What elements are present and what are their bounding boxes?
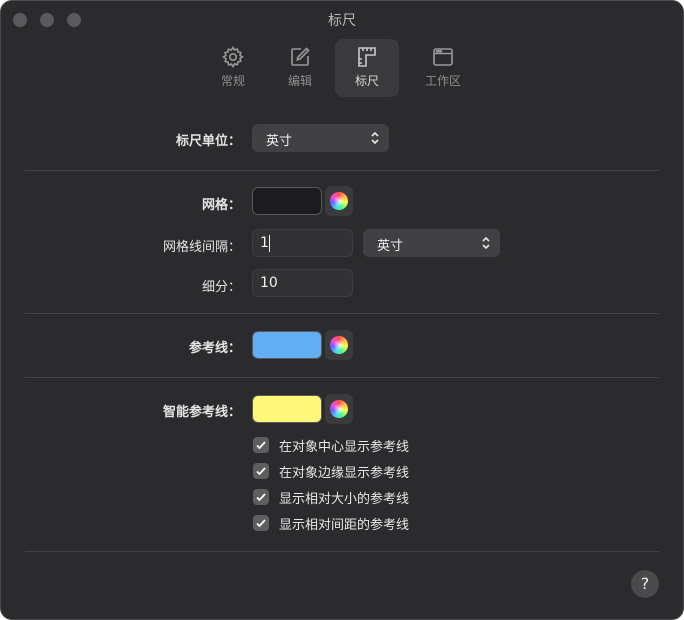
checkbox[interactable] [253, 515, 269, 531]
checkmark-icon [256, 441, 266, 450]
checkmark-icon [256, 493, 266, 502]
smart-guides-color-picker-button[interactable] [325, 394, 353, 424]
checkmark-icon [256, 467, 266, 476]
preferences-toolbar: 常规 编辑 标尺 工作区 [1, 39, 683, 99]
separator [25, 313, 659, 314]
checkmark-icon [256, 519, 266, 528]
help-button[interactable]: ? [631, 570, 659, 598]
tab-edit[interactable]: 编辑 [268, 39, 332, 97]
separator [25, 377, 659, 378]
chevron-up-down-icon [371, 131, 379, 145]
grid-color-well[interactable] [252, 187, 322, 215]
ruler-units-popup[interactable]: 英寸 [252, 124, 389, 152]
subdivisions-value: 10 [260, 275, 278, 291]
tab-ruler[interactable]: 标尺 [335, 39, 399, 97]
tab-workspace[interactable]: 工作区 [411, 39, 475, 97]
tab-general[interactable]: 常规 [201, 39, 265, 97]
ruler-icon [358, 47, 376, 67]
checkbox-label: 显示相对间距的参考线 [279, 518, 410, 533]
preferences-window: 标尺 常规 编辑 标尺 工作区 标尺单位： 英寸 网格： 网格线间隔： 1 英寸… [0, 0, 684, 620]
chevron-up-down-icon [482, 236, 490, 250]
separator [25, 551, 659, 552]
grid-spacing-input[interactable]: 1 [252, 229, 353, 257]
ruler-units-value: 英寸 [266, 134, 293, 149]
window-title: 标尺 [328, 13, 356, 29]
color-wheel-icon [330, 192, 348, 210]
gear-icon [222, 46, 244, 68]
subdivisions-label: 细分： [201, 280, 241, 295]
checkbox[interactable] [253, 489, 269, 505]
window-icon [433, 48, 453, 66]
ruler-units-label: 标尺单位： [175, 134, 241, 149]
checkbox[interactable] [253, 437, 269, 453]
text-caret [269, 235, 270, 252]
color-wheel-icon [330, 400, 348, 418]
title-bar: 标尺 [1, 1, 683, 37]
color-wheel-icon [330, 336, 348, 354]
grid-spacing-label: 网格线间隔： [162, 240, 241, 255]
grid-color-picker-button[interactable] [325, 186, 353, 216]
subdivisions-input[interactable]: 10 [252, 269, 353, 297]
guides-color-well[interactable] [252, 331, 322, 359]
tab-edit-label: 编辑 [287, 74, 312, 88]
smart-guides-color-well[interactable] [252, 395, 322, 423]
guides-label: 参考线： [188, 341, 241, 356]
checkbox-label: 在对象中心显示参考线 [279, 440, 410, 455]
checkbox[interactable] [253, 463, 269, 479]
grid-label: 网格： [201, 198, 241, 213]
tab-workspace-label: 工作区 [424, 74, 461, 88]
grid-spacing-unit-value: 英寸 [377, 239, 404, 254]
checkbox-label: 显示相对大小的参考线 [279, 492, 410, 507]
checkbox-label: 在对象边缘显示参考线 [279, 466, 410, 481]
smart-guides-label: 智能参考线： [162, 405, 241, 420]
edit-icon [291, 47, 310, 66]
guides-color-picker-button[interactable] [325, 330, 353, 360]
tab-general-label: 常规 [220, 74, 245, 88]
tab-ruler-label: 标尺 [354, 74, 379, 88]
grid-spacing-unit-popup[interactable]: 英寸 [363, 229, 500, 257]
separator [25, 170, 659, 171]
grid-spacing-value: 1 [260, 235, 269, 251]
